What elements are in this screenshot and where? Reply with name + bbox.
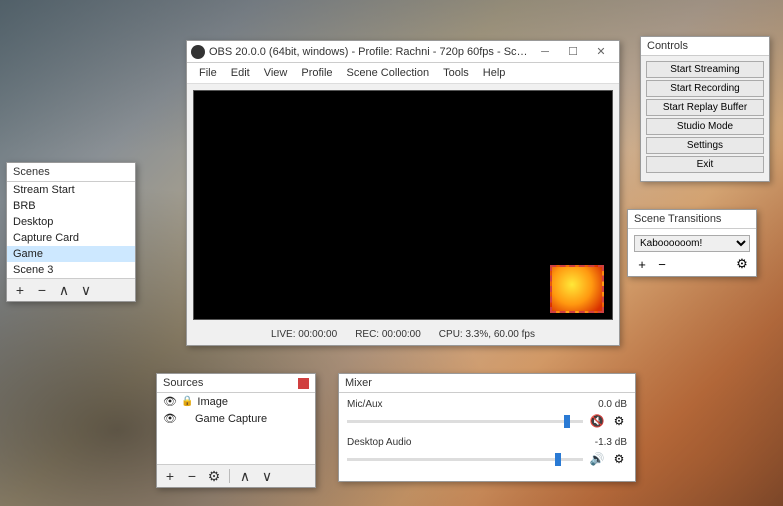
status-cpu: CPU: 3.3%, 60.00 fps (439, 329, 535, 340)
scene-row[interactable]: Desktop (7, 214, 135, 230)
visibility-icon[interactable]: 👁 (163, 412, 177, 425)
control-button-start-streaming[interactable]: Start Streaming (646, 61, 764, 78)
maximize-button[interactable]: ☐ (559, 43, 587, 61)
control-button-start-recording[interactable]: Start Recording (646, 80, 764, 97)
close-button[interactable]: ✕ (587, 43, 615, 61)
transitions-title[interactable]: Scene Transitions (628, 210, 756, 229)
controls-title[interactable]: Controls (641, 37, 769, 56)
scene-row[interactable]: Capture Card (7, 230, 135, 246)
menu-tools[interactable]: Tools (437, 65, 475, 81)
status-rec: REC: 00:00:00 (355, 329, 421, 340)
menu-edit[interactable]: Edit (225, 65, 256, 81)
mixer-channel: Desktop Audio -1.3 dB 🔊 ⚙ (347, 437, 627, 467)
scene-remove-button[interactable]: − (33, 281, 51, 299)
scene-up-button[interactable]: ∧ (55, 281, 73, 299)
sources-close-icon[interactable] (298, 378, 309, 389)
source-settings-button[interactable]: ⚙ (205, 467, 223, 485)
channel-name: Desktop Audio (347, 437, 412, 448)
channel-db: 0.0 dB (598, 399, 627, 410)
source-name: Image (197, 396, 228, 408)
scenes-panel[interactable]: Scenes Stream StartBRBDesktopCapture Car… (6, 162, 136, 302)
volume-knob[interactable] (564, 415, 570, 428)
speaker-icon[interactable]: 🔊 (589, 451, 605, 467)
source-up-button[interactable]: ∧ (236, 467, 254, 485)
menu-view[interactable]: View (258, 65, 294, 81)
transitions-toolbar: + − ⚙ (634, 256, 750, 272)
mixer-title[interactable]: Mixer (339, 374, 635, 393)
control-button-start-replay-buffer[interactable]: Start Replay Buffer (646, 99, 764, 116)
scenes-title[interactable]: Scenes (7, 163, 135, 182)
source-down-button[interactable]: ∨ (258, 467, 276, 485)
channel-name: Mic/Aux (347, 399, 383, 410)
transition-settings-button[interactable]: ⚙ (734, 256, 750, 272)
visibility-icon[interactable]: 👁 (163, 395, 177, 408)
control-button-studio-mode[interactable]: Studio Mode (646, 118, 764, 135)
scene-add-button[interactable]: + (11, 281, 29, 299)
scene-row[interactable]: Scene 3 (7, 262, 135, 278)
sources-list: 👁 🔒 Image 👁 Game Capture (157, 393, 315, 464)
volume-slider[interactable] (347, 420, 583, 423)
scene-down-button[interactable]: ∨ (77, 281, 95, 299)
channel-settings-icon[interactable]: ⚙ (611, 451, 627, 467)
obs-app-icon (191, 45, 205, 59)
menu-profile[interactable]: Profile (295, 65, 338, 81)
transition-select[interactable]: Kaboooooom! (634, 235, 750, 252)
scenes-list: Stream StartBRBDesktopCapture CardGameSc… (7, 182, 135, 278)
lock-icon[interactable]: 🔒 (181, 396, 193, 407)
transition-remove-button[interactable]: − (654, 256, 670, 272)
main-menubar: File Edit View Profile Scene Collection … (187, 63, 619, 84)
source-remove-button[interactable]: − (183, 467, 201, 485)
menu-help[interactable]: Help (477, 65, 512, 81)
mixer-panel[interactable]: Mixer Mic/Aux 0.0 dB 🔇 ⚙ Desktop Audio -1.3 d… (338, 373, 636, 482)
source-row[interactable]: 👁 🔒 Image (157, 393, 315, 410)
mixer-body: Mic/Aux 0.0 dB 🔇 ⚙ Desktop Audio -1.3 dB 🔊 ⚙ (339, 393, 635, 481)
scene-row[interactable]: Game (7, 246, 135, 262)
preview-source-selected[interactable] (550, 265, 604, 313)
control-button-exit[interactable]: Exit (646, 156, 764, 173)
channel-settings-icon[interactable]: ⚙ (611, 413, 627, 429)
source-row[interactable]: 👁 Game Capture (157, 410, 315, 427)
volume-slider[interactable] (347, 458, 583, 461)
transitions-body: Kaboooooom! + − ⚙ (628, 229, 756, 276)
toolbar-separator (229, 469, 230, 483)
preview-canvas[interactable] (193, 90, 613, 320)
scene-row[interactable]: BRB (7, 198, 135, 214)
sources-toolbar: + − ⚙ ∧ ∨ (157, 464, 315, 487)
control-button-settings[interactable]: Settings (646, 137, 764, 154)
minimize-button[interactable]: ─ (531, 43, 559, 61)
obs-main-window: OBS 20.0.0 (64bit, windows) - Profile: R… (186, 40, 620, 346)
channel-db: -1.3 dB (595, 437, 627, 448)
controls-panel[interactable]: Controls Start StreamingStart RecordingS… (640, 36, 770, 182)
sources-panel[interactable]: Sources 👁 🔒 Image 👁 Game Capture + − ⚙ ∧ ∨ (156, 373, 316, 488)
transitions-panel[interactable]: Scene Transitions Kaboooooom! + − ⚙ (627, 209, 757, 277)
scene-row[interactable]: Stream Start (7, 182, 135, 198)
source-name: Game Capture (195, 413, 267, 425)
status-bar: LIVE: 00:00:00 REC: 00:00:00 CPU: 3.3%, … (187, 326, 619, 345)
volume-knob[interactable] (555, 453, 561, 466)
sources-title[interactable]: Sources (157, 374, 315, 393)
menu-file[interactable]: File (193, 65, 223, 81)
scenes-toolbar: + − ∧ ∨ (7, 278, 135, 301)
controls-body: Start Streaming Start Recording Start Repl… (641, 56, 769, 178)
menu-scene-collection[interactable]: Scene Collection (341, 65, 436, 81)
mixer-channel: Mic/Aux 0.0 dB 🔇 ⚙ (347, 399, 627, 429)
status-live: LIVE: 00:00:00 (271, 329, 337, 340)
transition-add-button[interactable]: + (634, 256, 650, 272)
main-titlebar[interactable]: OBS 20.0.0 (64bit, windows) - Profile: R… (187, 41, 619, 63)
mute-icon[interactable]: 🔇 (589, 413, 605, 429)
source-add-button[interactable]: + (161, 467, 179, 485)
main-window-title: OBS 20.0.0 (64bit, windows) - Profile: R… (209, 46, 531, 58)
